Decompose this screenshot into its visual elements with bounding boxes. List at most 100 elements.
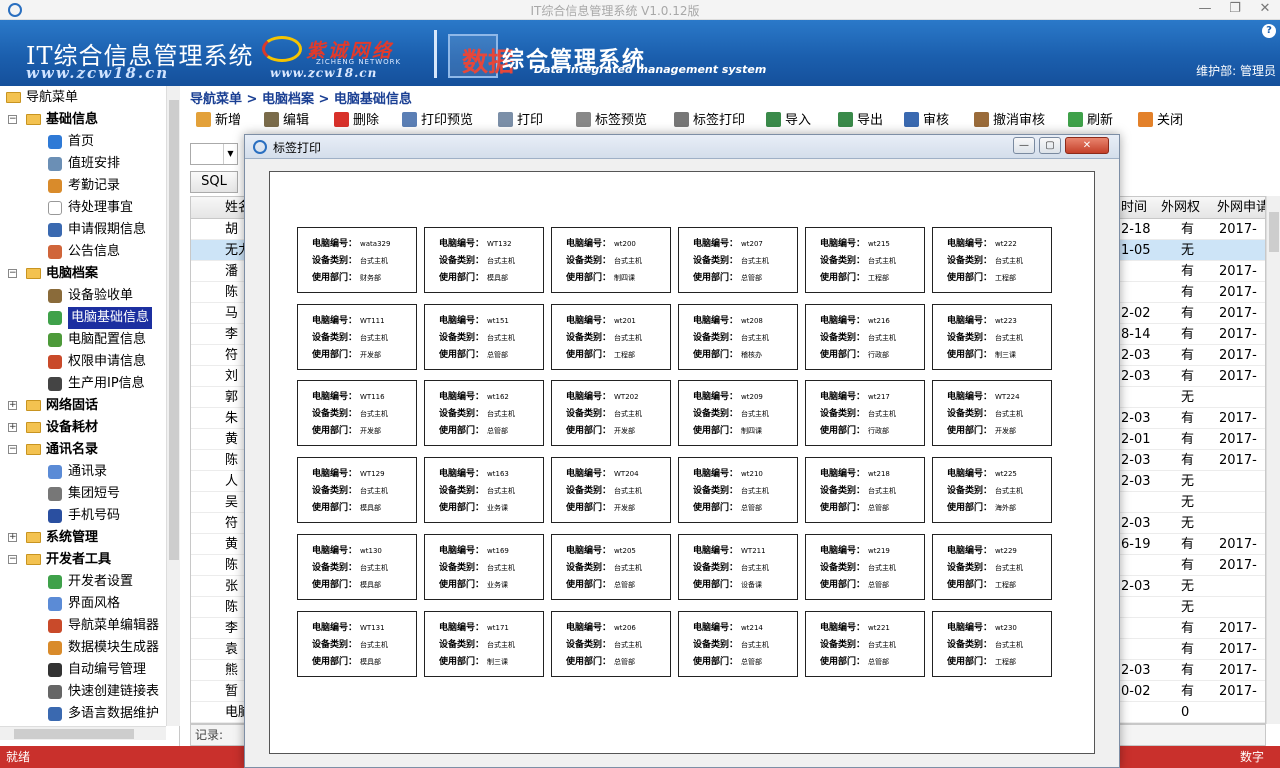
dialog-minimize-icon[interactable]: — (1013, 137, 1035, 154)
label-line: 电脑编号： WT116 (312, 391, 385, 403)
label-field-name: 电脑编号： (312, 392, 358, 402)
close-button[interactable]: 关闭 (1138, 111, 1183, 131)
sidebar-horizontal-scrollbar[interactable] (0, 726, 166, 740)
label-field-value: 制四课 (741, 427, 763, 435)
scrollbar-thumb[interactable] (14, 729, 134, 739)
minimize-icon[interactable]: — (1194, 1, 1216, 17)
label-field-value: wt207 (741, 240, 763, 248)
expand-icon[interactable]: + (8, 423, 17, 432)
grid-vertical-scrollbar[interactable] (1266, 196, 1280, 724)
label-field-value: 制三课 (995, 351, 1017, 359)
label-field-value: wt221 (868, 624, 890, 632)
cell-name: 袁 (225, 642, 239, 657)
label-field-name: 使用部门： (693, 657, 739, 667)
folder-icon (26, 268, 41, 279)
delete-button[interactable]: 删除 (334, 111, 379, 131)
folder-icon (26, 114, 41, 125)
collapse-icon[interactable]: − (8, 445, 17, 454)
tree-node-label: 集团短号 (68, 486, 121, 501)
label-field-name: 使用部门： (566, 657, 612, 667)
cell-time: 2-03 (1121, 579, 1151, 594)
toolbar-label: 导出 (857, 113, 884, 128)
collapse-icon[interactable]: − (8, 555, 17, 564)
label-field-value: 台式主机 (487, 334, 516, 342)
cell-extnet: 有 (1181, 306, 1195, 321)
scrollbar-thumb[interactable] (169, 100, 179, 560)
label-line: 电脑编号： wt208 (693, 315, 763, 327)
label-print-button[interactable]: 标签打印 (674, 111, 745, 131)
collapse-icon[interactable]: − (8, 269, 17, 278)
label-field-name: 电脑编号： (439, 316, 485, 326)
tree-node-label: 设备验收单 (68, 288, 134, 303)
label-field-name: 电脑编号： (947, 239, 993, 249)
label-field-value: 台式主机 (868, 564, 897, 572)
label-line: 电脑编号： wata329 (312, 238, 390, 250)
sidebar-vertical-scrollbar[interactable] (166, 86, 180, 726)
item-dev-settings-icon (48, 575, 62, 589)
label-field-name: 设备类别： (439, 640, 485, 650)
cell-time: 2-03 (1121, 663, 1151, 678)
asset-label: 电脑编号： wt130 设备类别： 台式主机 使用部门： 模具部 (297, 534, 417, 600)
label-field-value: 开发部 (360, 351, 382, 359)
column-header-extdate[interactable]: 外网申请 (1217, 197, 1265, 218)
label-line: 设备类别： 台式主机 (566, 639, 642, 651)
audit-button[interactable]: 审核 (904, 111, 949, 131)
numlock-indicator: 数字 (1239, 750, 1264, 764)
label-line: 使用部门： 制三课 (439, 656, 508, 668)
print-button[interactable]: 打印 (498, 111, 543, 131)
label-field-value: wt229 (995, 547, 1017, 555)
import-button[interactable]: 导入 (766, 111, 811, 131)
export-button[interactable]: 导出 (838, 111, 883, 131)
label-field-name: 电脑编号： (820, 546, 866, 556)
refresh-button[interactable]: 刷新 (1068, 111, 1113, 131)
close-icon[interactable]: ✕ (1254, 1, 1276, 17)
edit-icon (264, 112, 279, 127)
item-pending-icon (48, 201, 62, 215)
label-line: 电脑编号： WT224 (947, 391, 1020, 403)
label-field-name: 设备类别： (312, 409, 358, 419)
dialog-title-bar[interactable]: 标签打印 — ▢ ✕ (245, 135, 1119, 159)
filter-select[interactable]: ▼ (190, 143, 238, 165)
collapse-icon[interactable]: − (8, 115, 17, 124)
asset-label: 电脑编号： wt163 设备类别： 台式主机 使用部门： 业务课 (424, 457, 544, 523)
edit-button[interactable]: 编辑 (264, 111, 309, 131)
print-preview-button[interactable]: 打印预览 (402, 111, 473, 131)
add-button[interactable]: 新增 (196, 111, 241, 131)
restore-icon[interactable]: ❐ (1224, 1, 1246, 17)
sql-button[interactable]: SQL (190, 171, 238, 193)
label-field-value: WT129 (360, 470, 385, 478)
toolbar-label: 新增 (215, 113, 242, 128)
expand-icon[interactable]: + (8, 401, 17, 410)
chevron-down-icon[interactable]: ▼ (223, 144, 237, 164)
title-bar: IT综合信息管理系统 V1.0.12版 — ❐ ✕ (0, 0, 1280, 20)
label-line: 电脑编号： WT129 (312, 468, 385, 480)
cell-time: 2-02 (1121, 306, 1151, 321)
banner: IT综合信息管理系统 www.zcw18.cn 紫诚网络 ZICHENG NET… (0, 20, 1280, 86)
column-header-time[interactable]: 时间 (1121, 197, 1147, 218)
label-field-name: 电脑编号： (312, 469, 358, 479)
label-line: 设备类别： 台式主机 (312, 255, 388, 267)
label-line: 设备类别： 台式主机 (820, 639, 896, 651)
help-icon[interactable]: ? (1262, 24, 1276, 38)
item-i18n-icon (48, 707, 62, 721)
column-header-extnet[interactable]: 外网权 (1161, 197, 1200, 218)
cancel-audit-button[interactable]: 撤消审核 (974, 111, 1045, 131)
cell-extnet: 有 (1181, 411, 1195, 426)
label-line: 设备类别： 台式主机 (693, 485, 769, 497)
dialog-close-icon[interactable]: ✕ (1065, 137, 1109, 154)
label-field-value: 总管部 (741, 274, 763, 282)
cell-extdate: 2017- (1219, 306, 1257, 321)
asset-label: 电脑编号： wt221 设备类别： 台式主机 使用部门： 总管部 (805, 611, 925, 677)
label-field-name: 电脑编号： (693, 392, 739, 402)
toolbar-label: 审核 (923, 113, 950, 128)
expand-icon[interactable]: + (8, 533, 17, 542)
label-field-name: 使用部门： (693, 426, 739, 436)
label-field-name: 电脑编号： (947, 316, 993, 326)
label-field-value: wt162 (487, 393, 509, 401)
asset-label: 电脑编号： wt210 设备类别： 台式主机 使用部门： 总管部 (678, 457, 798, 523)
scrollbar-thumb[interactable] (1269, 212, 1279, 252)
dialog-maximize-icon[interactable]: ▢ (1039, 137, 1061, 154)
cell-name: 朱 (225, 411, 239, 426)
item-permission-icon (48, 355, 62, 369)
label-preview-button[interactable]: 标签预览 (576, 111, 647, 131)
